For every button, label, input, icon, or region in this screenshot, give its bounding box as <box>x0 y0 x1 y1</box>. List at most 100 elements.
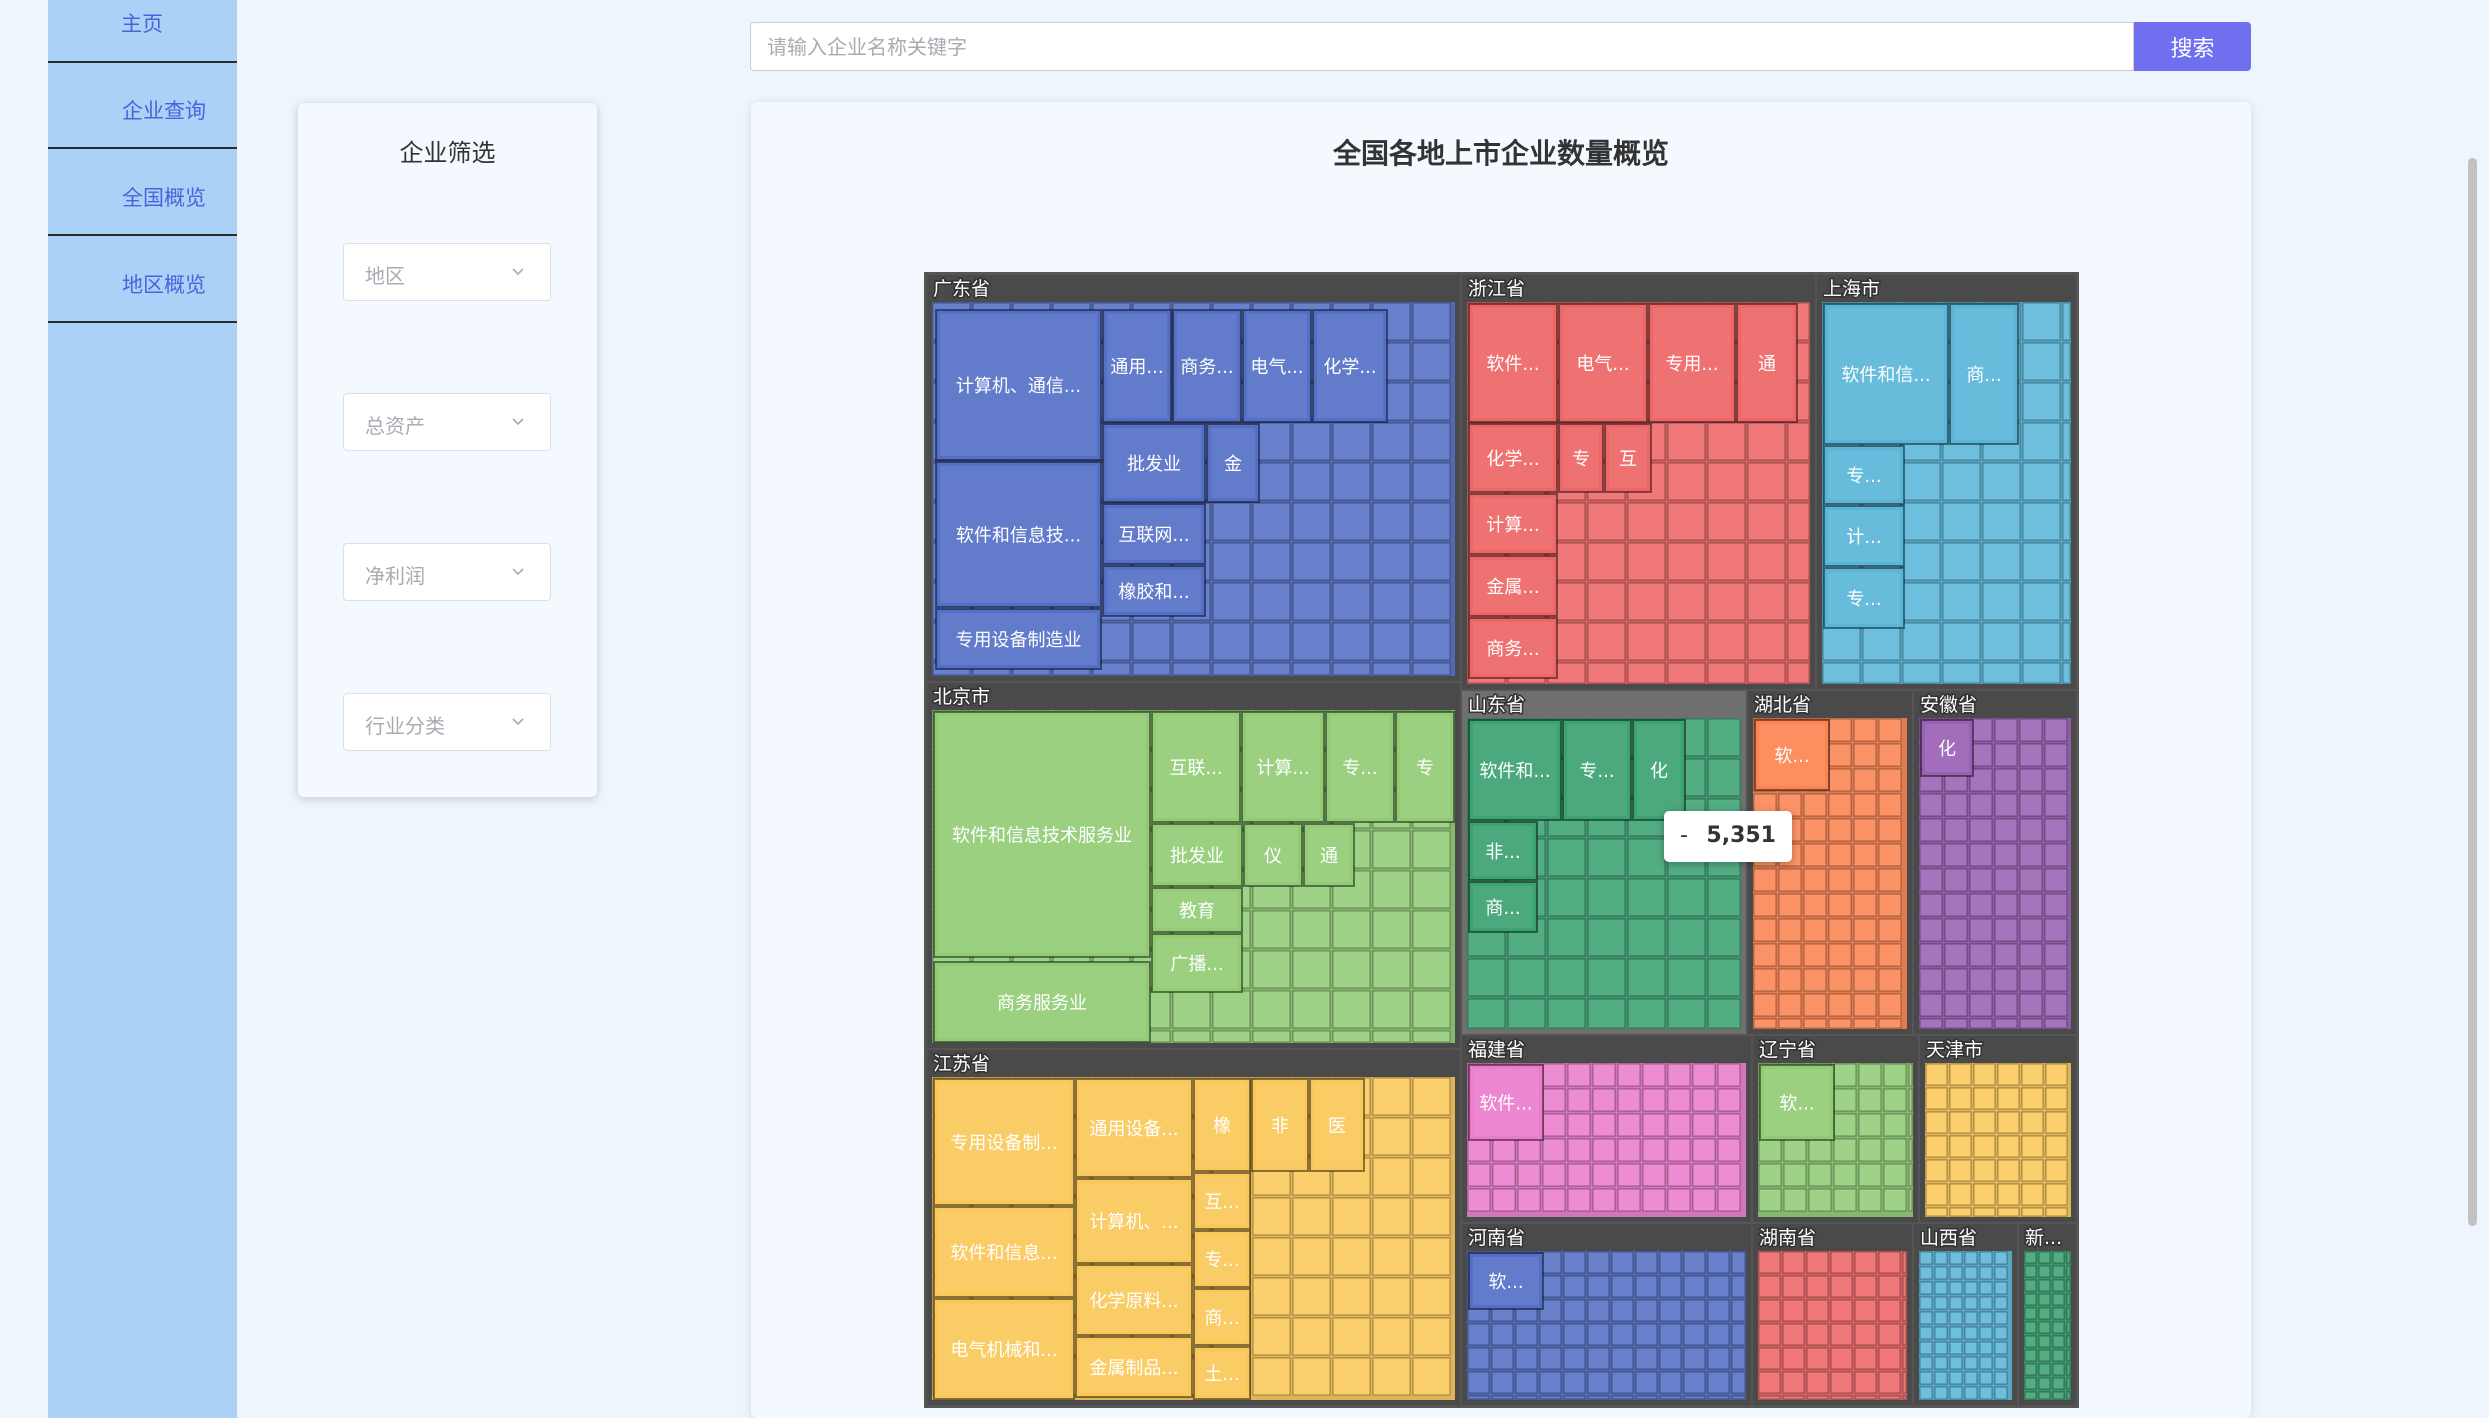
treemap-cell <box>1878 818 1902 842</box>
treemap-cell <box>1806 1299 1829 1322</box>
treemap-cell <box>1412 1317 1451 1356</box>
treemap-cell <box>1982 582 2021 621</box>
treemap-cell <box>1707 1371 1730 1394</box>
treemap-cell <box>1808 1188 1832 1212</box>
treemap-cell <box>1973 1159 1996 1182</box>
scrollbar[interactable] <box>2468 158 2477 1226</box>
treemap-cell <box>1617 1188 1641 1212</box>
treemap-cell <box>1252 1357 1291 1396</box>
treemap-region[interactable]: 山东省软件和... 专... 化非... 商... <box>1462 691 1746 1034</box>
treemap-cell <box>1994 1018 2018 1029</box>
treemap-region[interactable]: 河南省软... <box>1462 1224 1751 1405</box>
treemap-cell <box>1659 1371 1682 1394</box>
region-label: 北京市 <box>933 686 990 708</box>
treemap-cell <box>1994 793 2018 817</box>
treemap-cell <box>1944 993 1968 1017</box>
treemap-cell <box>1542 1138 1566 1162</box>
treemap-cell <box>1853 718 1877 742</box>
treemap-tile-label: 土... <box>1204 1364 1239 1385</box>
treemap-cell <box>1567 1088 1591 1112</box>
treemap-region[interactable]: 天津市 <box>1920 1036 2076 1222</box>
treemap-cell <box>2052 1279 2065 1292</box>
treemap-cell <box>2038 1265 2051 1278</box>
treemap-cell <box>1919 1326 1933 1340</box>
treemap-cell <box>1515 1323 1538 1346</box>
treemap-cell <box>1994 1251 2008 1265</box>
treemap-tile-label: 化学... <box>1323 357 1376 378</box>
treemap-cell <box>1412 502 1451 541</box>
treemap-cell <box>2022 582 2061 621</box>
treemap-cell <box>1467 1138 1491 1162</box>
treemap-cell <box>1515 1395 1538 1400</box>
treemap-region[interactable]: 北京市软件和信息技术服务业 互联... 计算... 专... 专批发业 仪 通教育广播...… <box>927 683 1460 1048</box>
treemap-cell <box>2044 993 2068 1017</box>
region-label: 浙江省 <box>1468 278 1525 300</box>
treemap-cell <box>1667 878 1706 917</box>
treemap-region[interactable]: 湖南省 <box>1753 1224 1912 1405</box>
treemap-cell <box>1973 1087 1996 1110</box>
treemap-cell <box>1667 998 1706 1029</box>
treemap-cell <box>1539 1323 1562 1346</box>
treemap-tile-label: 互联网... <box>1118 525 1189 546</box>
treemap-tile-label: 电气... <box>1250 357 1303 378</box>
treemap-cell <box>1332 662 1371 676</box>
treemap-cell <box>2024 1293 2037 1306</box>
treemap-cell <box>2045 1207 2068 1217</box>
treemap-cell <box>1828 868 1852 892</box>
treemap-cell <box>1372 502 1411 541</box>
treemap-cell <box>1934 1326 1948 1340</box>
treemap-cell <box>1212 622 1251 661</box>
treemap-region[interactable]: 湖北省软... <box>1748 691 1912 1034</box>
treemap-cell <box>1692 1138 1716 1162</box>
treemap-region[interactable]: 辽宁省软... <box>1753 1036 1918 1222</box>
treemap-cell <box>2038 1391 2051 1400</box>
treemap-cell <box>1627 838 1666 877</box>
treemap-chart[interactable]: 广东省计算机、通信... 通用... 商务... 电气... 化学... 软件和信息技..… <box>0 0 2489 1418</box>
treemap-cell <box>2038 1279 2051 1292</box>
treemap-region[interactable]: 新... <box>2019 1224 2076 1405</box>
treemap-cell <box>1949 1111 1972 1134</box>
treemap-cell <box>1822 662 1861 684</box>
treemap-cell <box>2044 918 2068 942</box>
treemap-cell <box>1878 843 1902 867</box>
treemap-cell <box>1778 993 1802 1017</box>
treemap-cell <box>1592 1188 1616 1212</box>
treemap-cell <box>1292 622 1331 661</box>
treemap-cell <box>1547 918 1586 957</box>
treemap-cell <box>1683 1299 1706 1322</box>
treemap-region[interactable]: 江苏省专用设备制... 通用设备... 橡 非 医软件和信息... 计算机、... 互...… <box>927 1050 1460 1405</box>
treemap-cell <box>1942 542 1981 581</box>
treemap-cell <box>1747 662 1786 684</box>
treemap-cell <box>2019 868 2043 892</box>
treemap-cell <box>1858 1063 1882 1087</box>
treemap-cell <box>1412 1117 1451 1156</box>
treemap-cell <box>1611 1371 1634 1394</box>
treemap-region[interactable]: 山西省 <box>1914 1224 2017 1405</box>
treemap-cell <box>1969 793 1993 817</box>
treemap-region[interactable]: 安徽省化 <box>1914 691 2076 1034</box>
treemap-cell <box>1212 582 1251 621</box>
treemap-cell <box>1919 1266 1933 1280</box>
treemap-region[interactable]: 浙江省软件... 电气... 专用... 通化学... 专 互计算... 金属... 商务..… <box>1462 275 1815 689</box>
treemap-cell <box>1942 662 1981 684</box>
treemap-cell <box>1782 1275 1805 1298</box>
treemap-cell <box>1782 1395 1805 1400</box>
treemap-cell <box>1667 582 1706 621</box>
treemap-cell <box>1758 1371 1781 1394</box>
treemap-cell <box>1902 1299 1907 1322</box>
treemap-cell <box>1707 918 1741 957</box>
treemap-region[interactable]: 上海市软件和信... 商... 专... 计... 专... <box>1817 275 2076 689</box>
treemap-cell <box>1412 830 1451 869</box>
treemap-region[interactable]: 福建省软件... <box>1462 1036 1751 1222</box>
treemap-cell <box>1858 1113 1882 1137</box>
region-label: 福建省 <box>1468 1039 1525 1061</box>
treemap-cell <box>1908 1088 1913 1112</box>
treemap-cell <box>1853 768 1877 792</box>
treemap-cell <box>1964 1266 1978 1280</box>
treemap-cell <box>1969 968 1993 992</box>
treemap-cell <box>1617 1138 1641 1162</box>
treemap-region[interactable]: 广东省计算机、通信... 通用... 商务... 电气... 化学... 软件和信息技..… <box>927 275 1460 681</box>
treemap-cell <box>2044 843 2068 867</box>
treemap-tile-label: 橡胶和... <box>1118 582 1189 603</box>
treemap-cell <box>1828 718 1852 742</box>
